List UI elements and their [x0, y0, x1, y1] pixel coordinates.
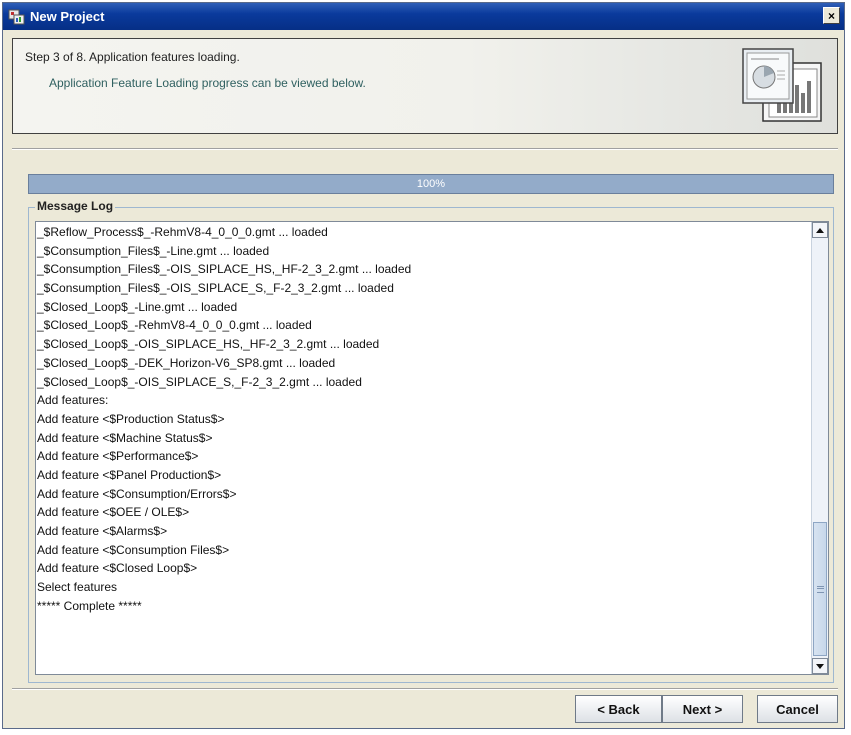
message-log-group: Message Log _$Reflow_Process$_-RehmV8-4_… — [28, 199, 834, 683]
vertical-scrollbar[interactable] — [811, 222, 828, 674]
log-line: _$Reflow_Process$_-RehmV8-4_0_0_0.gmt ..… — [37, 225, 328, 239]
wizard-header: Step 3 of 8. Application features loadin… — [12, 38, 838, 134]
scroll-down-button[interactable] — [812, 658, 828, 674]
new-project-dialog: New Project × Step 3 of 8. Application f… — [2, 2, 845, 729]
log-line: Add feature <$Performance$> — [37, 449, 199, 464]
log-line: _$Closed_Loop$_-RehmV8-4_0_0_0.gmt ... l… — [37, 318, 312, 333]
arrow-up-icon — [816, 227, 824, 233]
app-icon — [8, 8, 26, 26]
cancel-button[interactable]: Cancel — [757, 695, 838, 723]
progress-label: 100% — [416, 178, 446, 190]
log-line: Add feature <$Production Status$> — [37, 411, 225, 426]
log-line: Add feature <$Machine Status$> — [37, 430, 213, 445]
log-line: Select features — [37, 580, 118, 595]
back-button[interactable]: < Back — [575, 695, 662, 723]
log-line: Add feature <$Consumption/Errors$> — [37, 486, 237, 501]
log-line: Add feature <$Alarms$> — [37, 524, 168, 538]
scroll-thumb[interactable] — [813, 522, 827, 656]
log-line: _$Closed_Loop$_-OIS_SIPLACE_HS,_HF-2_3_2… — [37, 337, 380, 352]
log-line: Add feature <$Panel Production$> — [37, 467, 222, 482]
step-text: Step 3 of 8. Application features loadin… — [25, 50, 240, 64]
arrow-down-icon — [816, 663, 824, 669]
log-line: _$Consumption_Files$_-Line.gmt ... loade… — [37, 243, 270, 258]
log-line: _$Consumption_Files$_-OIS_SIPLACE_S,_F-2… — [37, 281, 394, 296]
header-separator — [12, 148, 838, 150]
step-description: Application Feature Loading progress can… — [49, 76, 366, 90]
log-line: Add feature <$Consumption Files$> — [37, 542, 230, 557]
message-log-textarea[interactable]: _$Reflow_Process$_-RehmV8-4_0_0_0.gmt ..… — [35, 221, 829, 675]
footer-separator — [12, 688, 838, 690]
scroll-up-button[interactable] — [812, 222, 828, 238]
message-log-title: Message Log — [35, 199, 116, 213]
log-line: Add features: — [37, 393, 109, 408]
message-log-lines: _$Reflow_Process$_-RehmV8-4_0_0_0.gmt ..… — [36, 223, 806, 615]
grip-icon — [816, 585, 824, 593]
log-line: _$Closed_Loop$_-DEK_Horizon-V6_SP8.gmt .… — [37, 355, 336, 370]
next-button[interactable]: Next > — [662, 695, 743, 723]
close-button[interactable]: × — [823, 7, 840, 24]
loading-progress-bar: 100% — [28, 174, 834, 194]
log-line: ***** Complete ***** — [37, 598, 142, 613]
title-bar[interactable]: New Project × — [3, 3, 844, 30]
log-line: Add feature <$Closed Loop$> — [37, 561, 198, 576]
log-line: _$Closed_Loop$_-OIS_SIPLACE_S,_F-2_3_2.g… — [37, 374, 362, 389]
chart-document-icon — [739, 45, 825, 130]
log-line: Add feature <$OEE / OLE$> — [37, 505, 190, 520]
log-line: _$Consumption_Files$_-OIS_SIPLACE_HS,_HF… — [37, 262, 412, 277]
log-line: _$Closed_Loop$_-Line.gmt ... loaded — [37, 299, 238, 314]
window-title: New Project — [30, 9, 105, 24]
